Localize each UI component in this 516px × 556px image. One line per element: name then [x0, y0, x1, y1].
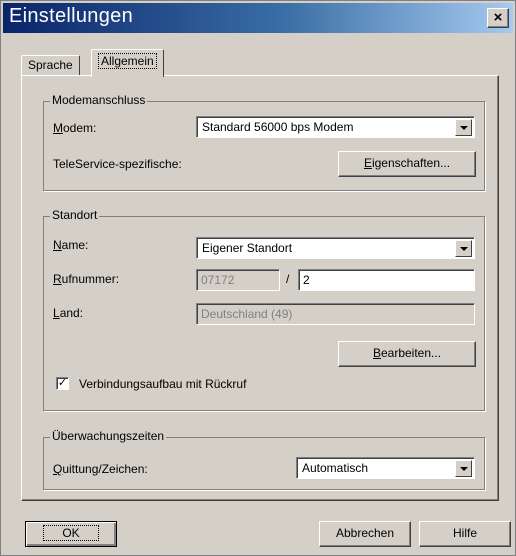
- settings-dialog: Einstellungen × Sprache Allgemein Modema…: [0, 0, 516, 556]
- acknowledgement-label: Quittung/Zeichen:: [53, 462, 148, 476]
- monitoring-group-title: Überwachungszeiten: [50, 429, 167, 443]
- chevron-down-icon[interactable]: [455, 240, 472, 257]
- edit-button-label: Bearbeiten...: [372, 346, 442, 360]
- properties-button[interactable]: Eigenschaften...: [338, 151, 476, 177]
- cancel-button-label: Abbrechen: [335, 526, 395, 540]
- checkmark-icon: ✓: [57, 377, 68, 389]
- ok-button-label: OK: [43, 525, 99, 541]
- area-code-field: 07172: [196, 269, 280, 291]
- location-name-select[interactable]: Eigener Standort: [196, 237, 475, 259]
- ok-button[interactable]: OK: [25, 521, 117, 547]
- callback-checkbox[interactable]: ✓: [56, 377, 69, 390]
- teleservice-label: TeleService-spezifische:: [53, 157, 182, 171]
- callback-label[interactable]: Verbindungsaufbau mit Rückruf: [79, 377, 246, 391]
- modem-select[interactable]: Standard 56000 bps Modem: [196, 116, 475, 138]
- tab-allgemein[interactable]: Allgemein: [91, 49, 164, 77]
- properties-button-label: Eigenschaften...: [363, 156, 451, 170]
- name-label: Name:: [53, 238, 89, 252]
- cancel-button[interactable]: Abbrechen: [319, 521, 411, 547]
- phone-extension-input[interactable]: 2: [298, 269, 475, 291]
- phone-separator: /: [286, 272, 290, 286]
- chevron-down-icon[interactable]: [455, 460, 472, 477]
- country-label: Land:: [53, 306, 84, 320]
- country-field: Deutschland (49): [196, 303, 475, 325]
- close-icon: ×: [493, 9, 503, 26]
- close-button[interactable]: ×: [487, 8, 509, 28]
- chevron-down-icon[interactable]: [455, 119, 472, 136]
- modem-label: Modem:: [53, 121, 97, 135]
- acknowledgement-value: Automatisch: [302, 461, 369, 475]
- modem-group: Modemanschluss: [43, 93, 485, 191]
- help-button-label: Hilfe: [452, 526, 477, 540]
- window-title: Einstellungen: [9, 5, 133, 27]
- location-name-value: Eigener Standort: [202, 241, 293, 255]
- tab-sprache[interactable]: Sprache: [21, 55, 80, 75]
- modem-select-value: Standard 56000 bps Modem: [202, 120, 354, 134]
- tab-sprache-label: Sprache: [28, 58, 73, 72]
- tab-allgemein-label: Allgemein: [98, 53, 157, 69]
- help-button[interactable]: Hilfe: [419, 521, 511, 547]
- acknowledgement-select[interactable]: Automatisch: [296, 457, 475, 479]
- edit-button[interactable]: Bearbeiten...: [338, 341, 476, 367]
- location-group-title: Standort: [50, 208, 100, 222]
- modem-group-title: Modemanschluss: [50, 93, 148, 107]
- title-bar[interactable]: Einstellungen ×: [3, 3, 513, 33]
- phone-label: Rufnummer:: [53, 272, 120, 286]
